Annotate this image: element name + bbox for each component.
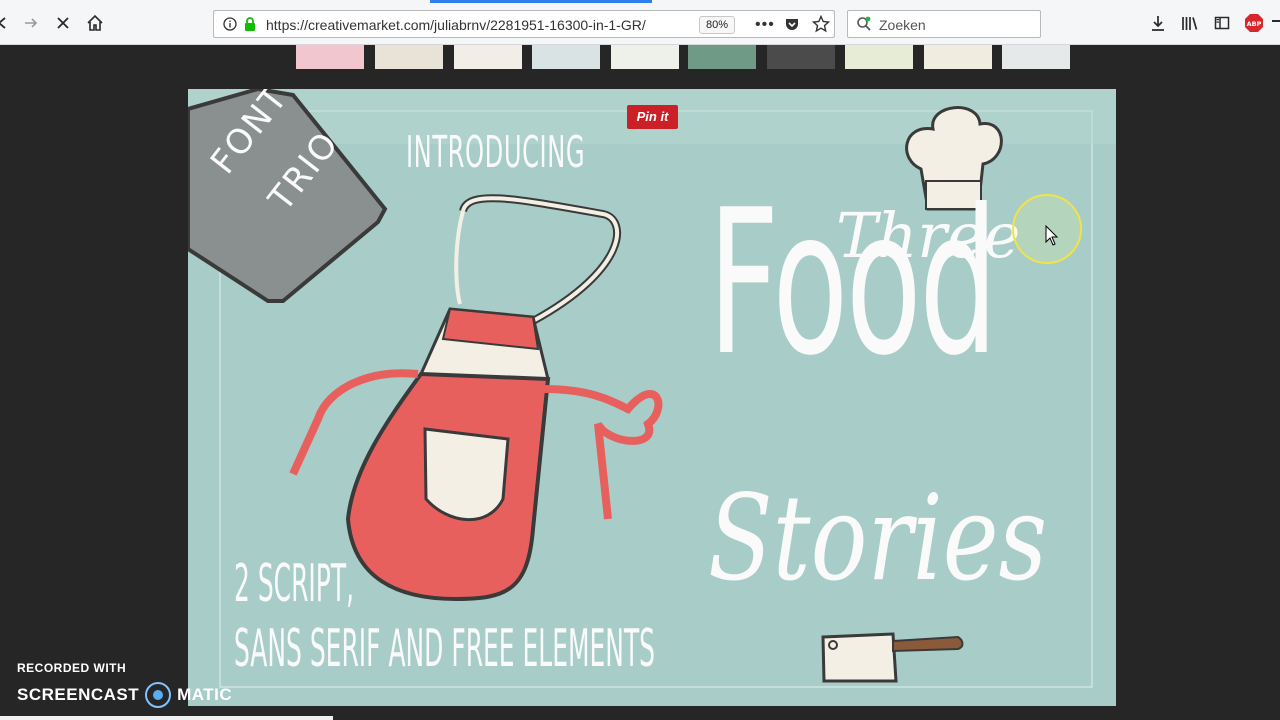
downloads-icon[interactable]: [1147, 12, 1169, 34]
stop-loading-button[interactable]: [52, 12, 74, 34]
mouse-pointer-icon: [1045, 225, 1059, 246]
browser-toolbar: https://creativemarket.com/juliabrnv/228…: [0, 0, 1280, 45]
thumbnail[interactable]: [454, 45, 522, 69]
watermark-recorded-with: RECORDED WITH: [17, 661, 127, 675]
url-bar[interactable]: https://creativemarket.com/juliabrnv/228…: [213, 10, 835, 38]
url-fade: [644, 12, 684, 36]
menu-icon[interactable]: [1272, 20, 1280, 22]
library-icon[interactable]: [1179, 12, 1201, 34]
thumbnail[interactable]: [924, 45, 992, 69]
video-progress-bar[interactable]: [0, 716, 333, 720]
screencast-o-matic-logo: SCREENCAST MATIC: [17, 682, 232, 708]
thumbnail[interactable]: [1002, 45, 1070, 69]
forward-button[interactable]: [20, 12, 42, 34]
zoom-indicator[interactable]: 80%: [699, 16, 735, 34]
title-food: Food: [708, 167, 998, 400]
url-text[interactable]: https://creativemarket.com/juliabrnv/228…: [266, 17, 686, 33]
thumbnail[interactable]: [611, 45, 679, 69]
adblock-plus-icon[interactable]: ABP: [1243, 12, 1265, 34]
thumbnail[interactable]: [296, 45, 364, 69]
sidebar-icon[interactable]: [1211, 12, 1233, 34]
search-input[interactable]: Zoeken: [879, 17, 926, 33]
bottom-text-line1: 2 SCRIPT,: [234, 554, 355, 614]
home-button[interactable]: [84, 12, 106, 34]
apron-illustration: [289, 194, 663, 602]
record-dot-icon: [145, 682, 172, 708]
pin-it-button[interactable]: Pin it: [627, 105, 678, 129]
product-preview-image[interactable]: FONT TRIO INTRODUCING Three Food Stories…: [188, 89, 1116, 706]
info-icon[interactable]: [223, 17, 237, 36]
page-actions-icon[interactable]: •••: [755, 16, 775, 34]
title-stories: Stories: [708, 469, 1048, 607]
back-button[interactable]: [0, 12, 14, 34]
cleaver-illustration: [821, 632, 964, 683]
secure-lock-icon[interactable]: [243, 16, 257, 37]
pocket-icon[interactable]: [784, 16, 800, 37]
svg-text:ABP: ABP: [1247, 20, 1262, 28]
search-bar[interactable]: Zoeken: [847, 10, 1041, 38]
bookmark-star-icon[interactable]: [811, 14, 831, 38]
thumbnail[interactable]: [688, 45, 756, 69]
search-icon: [856, 16, 872, 37]
watermark-brand-left: SCREENCAST: [17, 685, 140, 704]
thumbnail[interactable]: [375, 45, 443, 69]
thumbnail[interactable]: [767, 45, 835, 69]
bottom-text-line2: SANS SERIF AND FREE ELEMENTS: [234, 619, 656, 679]
introducing-text: INTRODUCING: [406, 127, 586, 178]
active-tab-indicator: [430, 0, 652, 3]
thumbnail[interactable]: [845, 45, 913, 69]
watermark-brand-right: MATIC: [177, 685, 233, 704]
thumbnail[interactable]: [532, 45, 600, 69]
